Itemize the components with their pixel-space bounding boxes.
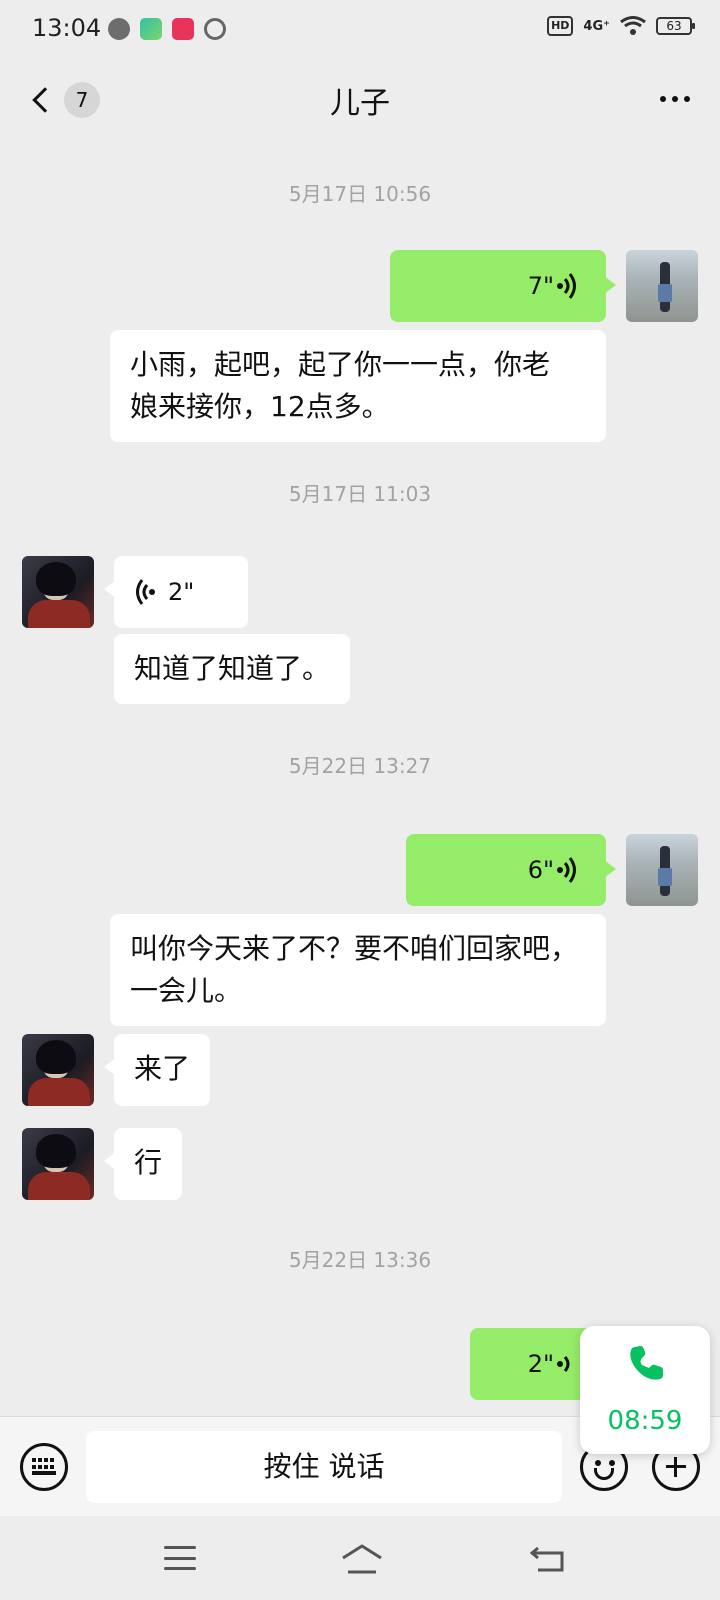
keyboard-icon[interactable]: [20, 1443, 68, 1491]
voice-duration: 7": [527, 272, 554, 300]
avatar-me[interactable]: [626, 250, 698, 322]
hold-to-talk-button[interactable]: 按住 说话: [86, 1431, 562, 1503]
voice-transcript[interactable]: 叫你今天来了不？要不咱们回家吧， 一会儿。: [110, 914, 606, 1026]
message-text: 行: [134, 1146, 163, 1179]
timestamp: 5月17日 11:03: [288, 482, 432, 506]
voice-duration: 6": [527, 856, 554, 884]
app-notification-icon: [140, 18, 162, 40]
voice-message[interactable]: 2": [104, 556, 248, 628]
status-bar: 13:04 HD 4G⁺ 63: [0, 0, 720, 56]
call-float-window[interactable]: 08:59: [580, 1326, 710, 1454]
voice-message[interactable]: 7": [390, 250, 616, 322]
voice-wave-icon: [557, 857, 576, 883]
avatar-other[interactable]: [22, 1128, 94, 1200]
status-time: 13:04: [32, 14, 102, 42]
system-nav-bar: [0, 1516, 720, 1600]
voice-wave-icon: [557, 273, 576, 299]
voice-duration: 2": [527, 1350, 554, 1378]
timestamp: 5月22日 13:36: [288, 1248, 432, 1272]
avatar-other[interactable]: [22, 1034, 94, 1106]
chat-header: 7 儿子: [0, 56, 720, 144]
transcript-line: 小雨，起吧，起了你一一点，你老: [130, 348, 551, 381]
wifi-icon: [620, 16, 646, 35]
hd-badge: HD: [547, 16, 574, 36]
wechat-notification-icon: [108, 18, 130, 40]
avatar-me[interactable]: [626, 834, 698, 906]
voice-message[interactable]: 6": [406, 834, 616, 906]
voice-duration: 2": [168, 578, 195, 606]
transcript-line: 叫你今天来了不？要不咱们回家吧，: [130, 932, 579, 965]
game-notification-icon: [172, 18, 194, 40]
more-dots-icon[interactable]: [660, 96, 690, 102]
transcript-line: 一会儿。: [130, 974, 243, 1007]
transcript-line: 娘来接你，12点多。: [130, 390, 390, 423]
phone-icon: [630, 1346, 663, 1380]
timestamp: 5月22日 13:27: [288, 754, 432, 778]
battery-icon: 63: [656, 17, 695, 35]
chat-title: 儿子: [330, 86, 390, 121]
call-duration: 08:59: [607, 1406, 683, 1436]
message-text: 来了: [134, 1052, 191, 1085]
voice-transcript[interactable]: 小雨，起吧，起了你一一点，你老 娘来接你，12点多。: [110, 330, 606, 442]
voice-wave-icon: [557, 1356, 570, 1372]
notification-icons: [108, 18, 226, 40]
back-nav-icon[interactable]: [530, 1544, 566, 1572]
signal-icon: 4G⁺: [583, 18, 610, 34]
avatar-other[interactable]: [22, 556, 94, 628]
browser-notification-icon: [204, 18, 226, 40]
text-message[interactable]: 行: [103, 1128, 183, 1200]
voice-wave-icon: [136, 579, 155, 605]
text-message[interactable]: 来了: [103, 1034, 211, 1106]
timestamp: 5月17日 10:56: [288, 182, 432, 206]
home-icon[interactable]: [340, 1542, 384, 1576]
system-status-icons: HD 4G⁺ 63: [547, 16, 695, 36]
message-list[interactable]: 5月17日 10:56 7" 小雨，起吧，起了你一一点，你老 娘来接你，12点多…: [0, 144, 720, 1416]
transcript-line: 知道了知道了。: [134, 652, 331, 685]
voice-transcript[interactable]: 知道了知道了。: [114, 634, 351, 704]
menu-icon[interactable]: [164, 1546, 196, 1570]
